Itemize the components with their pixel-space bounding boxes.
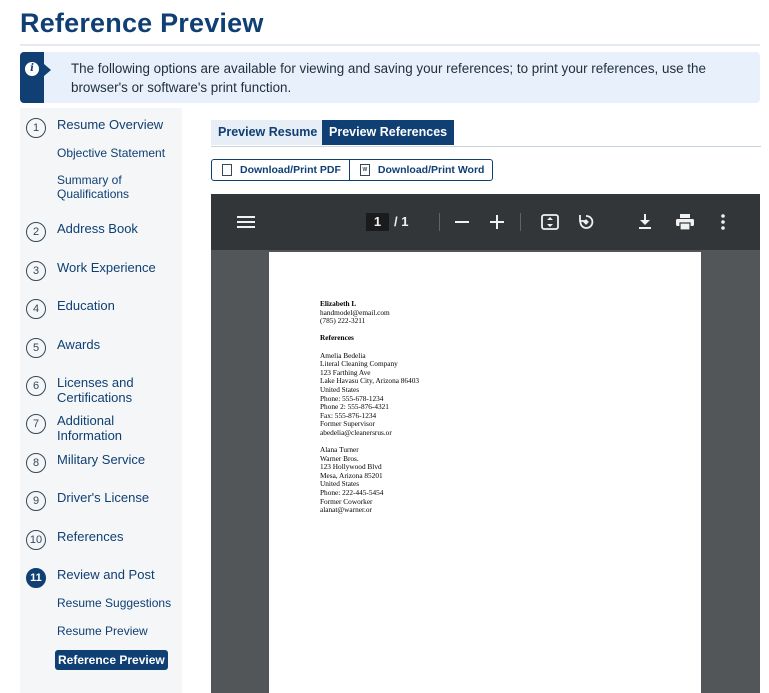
step-label: Work Experience — [57, 260, 156, 275]
step-work-experience[interactable]: 3 Work Experience — [26, 260, 156, 281]
step-number: 6 — [26, 376, 46, 396]
sub-reference-preview[interactable]: Reference Preview — [55, 650, 168, 670]
step-resume-overview[interactable]: 1 Resume Overview — [26, 117, 163, 138]
step-label: Additional Information — [57, 413, 123, 443]
page-number-input[interactable]: 1 — [366, 213, 389, 231]
references-heading: References — [320, 333, 354, 343]
step-label: Awards — [57, 337, 101, 352]
print-icon[interactable] — [676, 214, 694, 230]
step-label: Resume Overview — [57, 117, 164, 132]
step-label: Education — [57, 298, 115, 313]
step-label: Address Book — [57, 221, 138, 236]
step-number: 2 — [26, 222, 46, 242]
step-label: References — [57, 529, 124, 544]
reference-document: Elizabeth L handmodel@email.com (785) 22… — [320, 299, 419, 515]
step-label: Driver's License — [57, 490, 150, 505]
sub-resume-preview[interactable]: Resume Preview — [57, 624, 148, 638]
menu-icon[interactable] — [237, 215, 255, 229]
reference-line: abedelia@cleanersrus.or — [320, 427, 392, 437]
info-stripe: i — [20, 52, 44, 103]
step-military-service[interactable]: 8 Military Service — [26, 452, 145, 473]
download-pdf-label: Download/Print PDF — [240, 164, 341, 176]
sub-objective-statement[interactable]: Objective Statement — [57, 146, 165, 160]
title-divider — [20, 44, 760, 46]
word-file-icon: W — [359, 164, 370, 176]
step-number: 3 — [26, 261, 46, 281]
step-label: Licenses and Certifications — [57, 375, 134, 405]
step-number: 8 — [26, 453, 46, 473]
step-number: 4 — [26, 299, 46, 319]
pdf-file-icon — [222, 164, 232, 176]
step-references[interactable]: 10 References — [26, 529, 123, 550]
fit-page-icon[interactable] — [541, 214, 559, 230]
step-number: 9 — [26, 491, 46, 511]
zoom-in-icon[interactable] — [490, 215, 504, 229]
toolbar-separator — [439, 213, 440, 231]
step-awards[interactable]: 5 Awards — [26, 337, 100, 358]
step-number: 11 — [26, 568, 46, 588]
zoom-out-icon[interactable] — [455, 215, 469, 229]
tab-preview-resume[interactable]: Preview Resume — [211, 120, 325, 145]
download-word-button[interactable]: W Download/Print Word — [348, 160, 493, 180]
tab-preview-references[interactable]: Preview References — [322, 120, 455, 145]
more-options-icon[interactable] — [721, 214, 725, 230]
step-address-book[interactable]: 2 Address Book — [26, 221, 138, 242]
info-banner: i The following options are available fo… — [20, 52, 760, 103]
download-pdf-button[interactable]: Download/Print PDF — [212, 160, 349, 180]
step-sidebar: 1 Resume Overview Objective Statement Su… — [20, 108, 182, 693]
step-drivers-license[interactable]: 9 Driver's License — [26, 490, 149, 511]
pdf-viewer: 1 / 1 Elizabeth L handmodel@email.com (7… — [211, 194, 760, 693]
step-number: 1 — [26, 118, 46, 138]
rotate-icon[interactable] — [577, 213, 595, 231]
sub-resume-suggestions[interactable]: Resume Suggestions — [57, 596, 171, 610]
download-word-label: Download/Print Word — [377, 164, 485, 176]
contact-phone: (785) 222-3211 — [320, 316, 366, 326]
toolbar-separator — [520, 213, 521, 231]
step-education[interactable]: 4 Education — [26, 298, 115, 319]
step-additional-information[interactable]: 7 Additional Information — [26, 413, 147, 443]
download-button-group: Download/Print PDF W Download/Print Word — [211, 159, 494, 181]
info-notch — [44, 64, 51, 76]
page-count: / 1 — [394, 214, 409, 229]
pdf-page: Elizabeth L handmodel@email.com (785) 22… — [269, 252, 701, 693]
info-icon: i — [25, 62, 39, 76]
step-number: 5 — [26, 338, 46, 358]
step-number: 7 — [26, 414, 46, 434]
sub-summary-of-qualifications[interactable]: Summary of Qualifications — [57, 173, 172, 201]
info-text: The following options are available for … — [71, 61, 706, 95]
download-icon[interactable] — [637, 214, 653, 230]
step-review-and-post[interactable]: 11 Review and Post — [26, 567, 155, 588]
step-label: Military Service — [57, 452, 146, 467]
step-licenses-and-certifications[interactable]: 6 Licenses and Certifications — [26, 375, 152, 405]
preview-tabs: Preview Resume Preview References — [211, 120, 761, 147]
step-number: 10 — [26, 530, 46, 550]
step-label: Review and Post — [57, 567, 155, 582]
page-title: Reference Preview — [20, 8, 264, 38]
pdf-toolbar: 1 / 1 — [211, 194, 760, 250]
reference-line: alanat@warner.or — [320, 505, 372, 515]
